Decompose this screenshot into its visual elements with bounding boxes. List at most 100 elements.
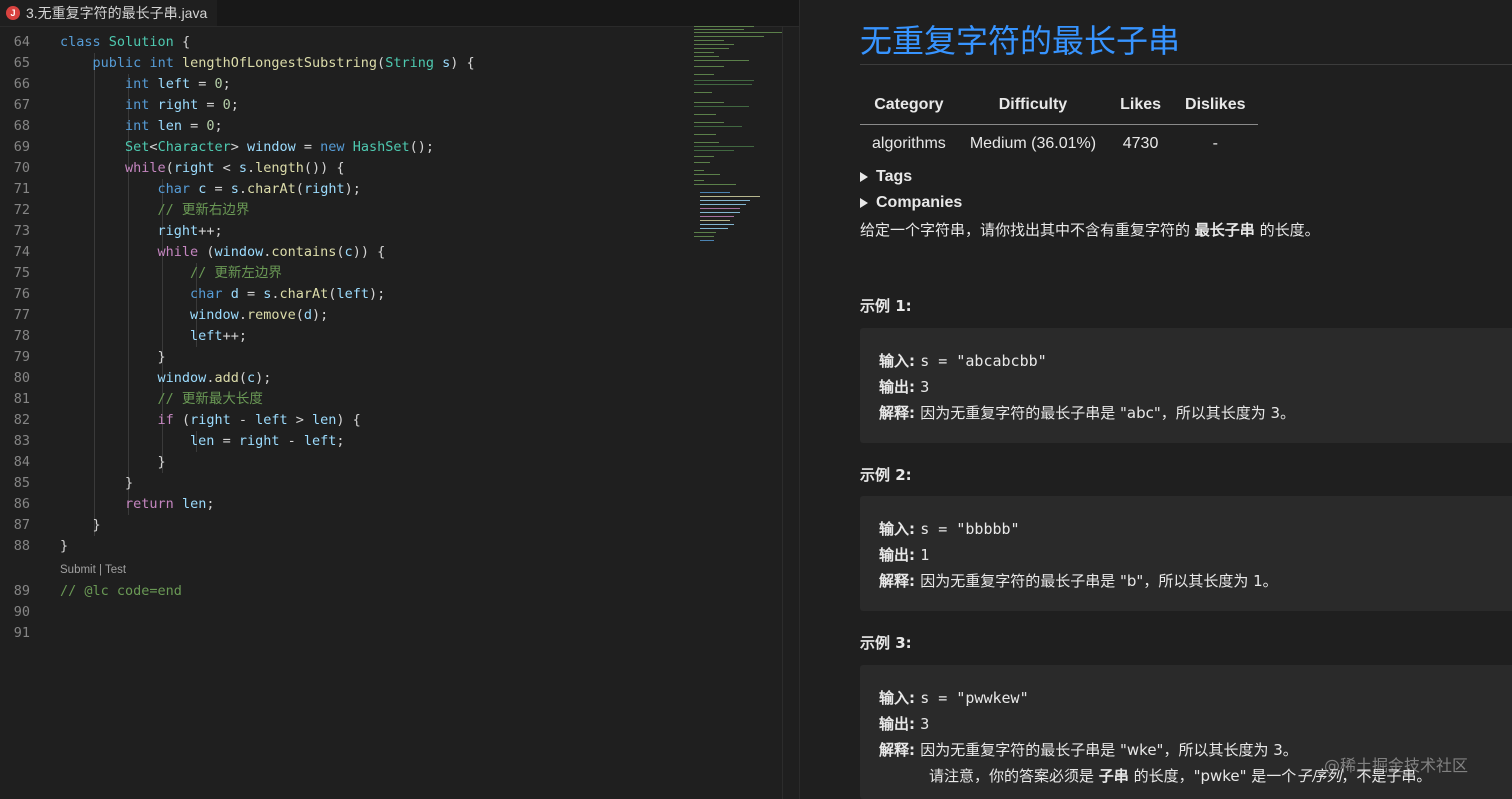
minimap[interactable] — [690, 26, 782, 246]
minimap-line — [700, 204, 746, 206]
code-line[interactable]: 70 while(right < s.length()) { — [0, 158, 345, 179]
code-line[interactable]: 73 right++; — [0, 221, 223, 242]
code-line[interactable]: 78 left++; — [0, 326, 247, 347]
code-line[interactable]: 89// @lc code=end — [0, 581, 182, 602]
line-number: 89 — [13, 583, 30, 599]
code-line[interactable]: 66 int left = 0; — [0, 74, 231, 95]
header-likes: Likes — [1108, 92, 1174, 125]
desc-text: 的长度。 — [1254, 221, 1320, 239]
line-number: 66 — [13, 76, 30, 92]
minimap-line — [694, 142, 719, 144]
minimap-line — [694, 150, 734, 152]
minimap-line — [694, 80, 754, 82]
line-number: 79 — [13, 349, 30, 365]
code-line[interactable]: 83 len = right - left; — [0, 431, 345, 452]
code-line[interactable]: 68 int len = 0; — [0, 116, 223, 137]
code-line[interactable]: 85 } — [0, 473, 133, 494]
example-input: 输入: s = "abcabcbb" — [879, 352, 1047, 370]
minimap-line — [700, 196, 760, 198]
cell-category: algorithms — [872, 135, 946, 152]
line-number: 83 — [13, 433, 30, 449]
cell-dislikes: - — [1212, 135, 1218, 152]
codelens-submit-test[interactable]: Submit | Test — [60, 564, 126, 576]
code-line[interactable]: 84 } — [0, 452, 166, 473]
code-line[interactable]: 87 } — [0, 515, 101, 536]
code-line[interactable]: 65 public int lengthOfLongestSubstring(S… — [0, 53, 475, 74]
minimap-line — [694, 66, 724, 68]
code-line[interactable]: 80 window.add(c); — [0, 368, 272, 389]
line-number: 73 — [13, 223, 30, 239]
minimap-line — [694, 29, 744, 31]
tags-toggle[interactable]: Tags — [860, 168, 912, 186]
line-number: 75 — [13, 265, 30, 281]
line-number: 70 — [13, 160, 30, 176]
minimap-line — [700, 228, 728, 230]
minimap-line — [694, 146, 754, 148]
minimap-line — [700, 240, 714, 242]
code-line[interactable]: 82 if (right - left > len) { — [0, 410, 361, 431]
header-dislikes: Dislikes — [1173, 92, 1258, 125]
code-line[interactable]: 71 char c = s.charAt(right); — [0, 179, 361, 200]
line-number: 85 — [13, 475, 30, 491]
code-line[interactable]: 86 return len; — [0, 494, 215, 515]
code-line[interactable]: 69 Set<Character> window = new HashSet()… — [0, 137, 434, 158]
minimap-line — [694, 122, 724, 124]
minimap-line — [694, 184, 736, 186]
line-number: 74 — [13, 244, 30, 260]
code-line[interactable]: 79 } — [0, 347, 166, 368]
problem-title: 无重复字符的最长子串 — [860, 22, 1181, 60]
minimap-line — [700, 192, 730, 194]
line-number: 84 — [13, 454, 30, 470]
example-2-title: 示例 2: — [860, 466, 912, 484]
editor-tab[interactable]: J 3.无重复字符的最长子串.java — [0, 0, 218, 26]
code-area[interactable]: 64 class Solution {65 public int lengthOf… — [0, 32, 690, 799]
minimap-line — [694, 52, 714, 54]
companies-toggle[interactable]: Companies — [860, 194, 962, 212]
minimap-line — [700, 200, 750, 202]
minimap-line — [694, 26, 754, 28]
minimap-line — [694, 180, 704, 182]
code-line[interactable]: 75 // 更新左边界 — [0, 263, 282, 284]
code-line[interactable]: 91 — [0, 623, 60, 644]
code-line[interactable]: 67 int right = 0; — [0, 95, 239, 116]
minimap-line — [694, 32, 782, 34]
code-editor[interactable]: J 3.无重复字符的最长子串.java 64 class Solution {65… — [0, 0, 800, 799]
minimap-line — [694, 126, 742, 128]
example-1-block: 输入: s = "abcabcbb" 输出: 3 解释: 因为无重复字符的最长子… — [860, 328, 1512, 443]
minimap-line — [694, 156, 714, 158]
code-line[interactable]: 76 char d = s.charAt(left); — [0, 284, 385, 305]
java-file-icon: J — [6, 6, 20, 20]
minimap-line — [694, 106, 749, 108]
code-line[interactable]: 88} — [0, 536, 68, 557]
minimap-line — [700, 220, 730, 222]
example-output: 输出: 3 — [879, 378, 930, 396]
line-number: 90 — [13, 604, 30, 620]
minimap-line — [694, 162, 710, 164]
editor-scrollbar[interactable] — [782, 26, 799, 799]
example-1-title: 示例 1: — [860, 297, 912, 315]
cell-likes: 4730 — [1122, 135, 1159, 152]
example-output: 输出: 3 — [879, 715, 930, 733]
example-explain: 解释: 因为无重复字符的最长子串是 "wke"，所以其长度为 3。 — [879, 741, 1298, 759]
code-line[interactable]: 90 — [0, 602, 60, 623]
line-number: 88 — [13, 538, 30, 554]
header-category: Category — [860, 92, 958, 125]
minimap-line — [694, 84, 752, 86]
minimap-line — [694, 232, 716, 234]
example-explain: 解释: 因为无重复字符的最长子串是 "abc"，所以其长度为 3。 — [879, 404, 1296, 422]
line-number: 72 — [13, 202, 30, 218]
minimap-line — [694, 174, 720, 176]
minimap-line — [694, 44, 734, 46]
code-line[interactable]: 72 // 更新右边界 — [0, 200, 250, 221]
tab-label: 3.无重复字符的最长子串.java — [26, 5, 208, 21]
code-line[interactable]: 64 class Solution { — [0, 32, 190, 53]
code-line[interactable]: 77 window.remove(d); — [0, 305, 329, 326]
minimap-line — [694, 114, 716, 116]
cell-difficulty: Medium (36.01%) — [969, 135, 1097, 152]
example-input: 输入: s = "pwwkew" — [879, 689, 1029, 707]
desc-text: 给定一个字符串，请你找出其中不含有重复字符的 — [860, 221, 1195, 239]
code-line[interactable]: 81 // 更新最大长度 — [0, 389, 263, 410]
code-line[interactable]: 74 while (window.contains(c)) { — [0, 242, 385, 263]
minimap-line — [700, 212, 740, 214]
watermark: @稀土掘金技术社区 — [1324, 756, 1469, 775]
